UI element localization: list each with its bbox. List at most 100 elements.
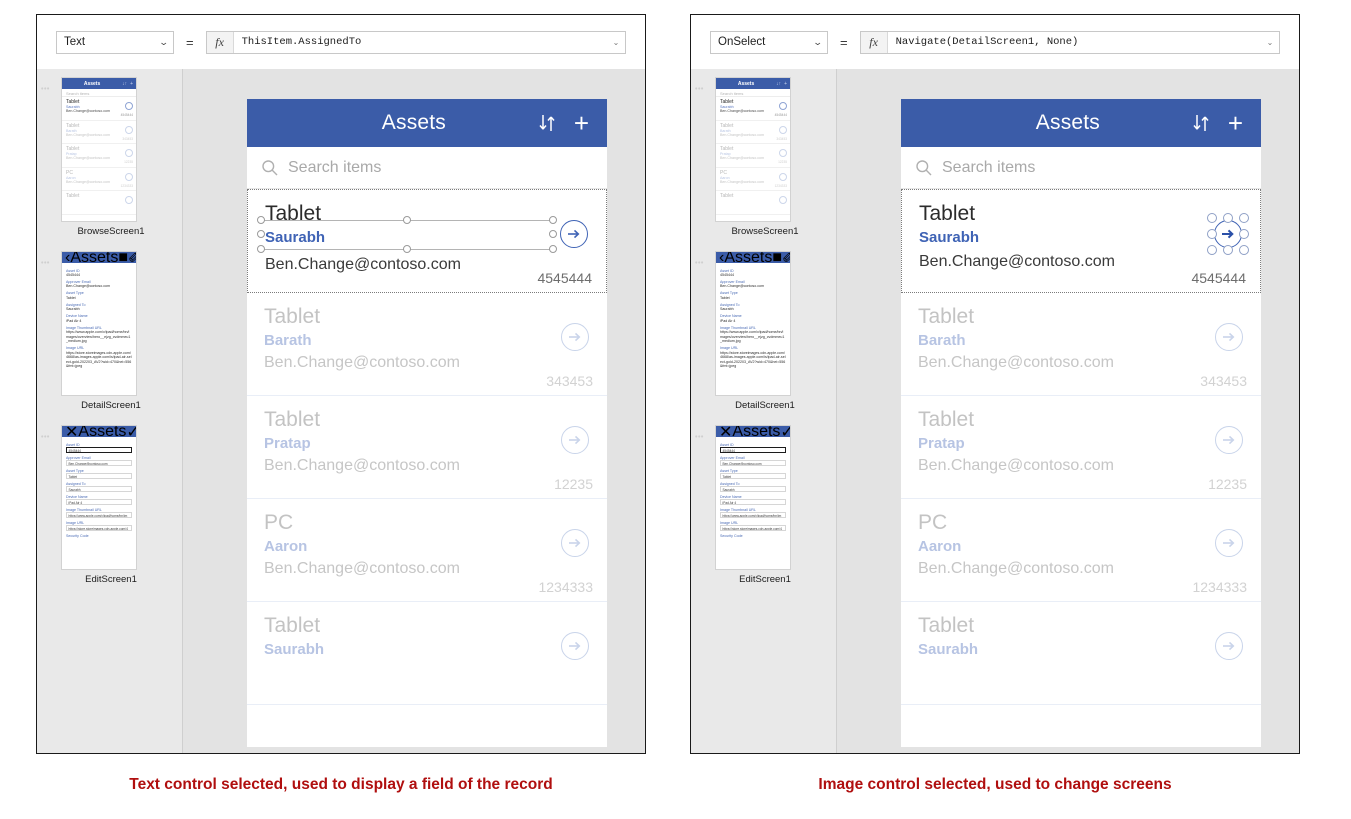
search-input[interactable]: Search items <box>942 159 1035 177</box>
mini-field-label: Asset ID <box>720 442 734 447</box>
screen-thumbnail-strip-left: ••• Assets ↓↑ + Search items Tablet Saur… <box>37 69 183 753</box>
gallery-row[interactable]: PC Aaron Ben.Change@contoso.com 1234333 <box>901 499 1261 602</box>
thumbnail-more-icon[interactable]: ••• <box>691 77 715 93</box>
property-select-right[interactable]: OnSelect ⌄ <box>710 30 828 54</box>
mini-field-label: Device Name <box>66 314 88 319</box>
search-bar[interactable]: Search items <box>247 147 607 189</box>
formula-expand-chevron-icon[interactable]: ⌄ <box>607 38 625 47</box>
mini-field-input[interactable]: Ben.Change@contoso.com <box>720 460 786 466</box>
mini-field-input[interactable]: Ben.Change@contoso.com <box>66 460 132 466</box>
mini-field-input[interactable]: Tablet <box>66 473 132 479</box>
add-icon[interactable]: + <box>565 110 593 136</box>
resize-handle-w[interactable] <box>257 229 265 238</box>
screen-thumbnail-detail[interactable]: ••• ‹ Assets ■ ✐ Asset ID 4545444 <box>37 251 182 411</box>
resize-handle-se[interactable] <box>1239 245 1249 255</box>
add-icon[interactable]: + <box>1219 110 1247 136</box>
formula-input-wrapper-right[interactable]: fx Navigate(DetailScreen1, None) ⌄ <box>859 30 1280 54</box>
mini-field-input[interactable]: https://store.storeimages.cdn-apple.com/… <box>66 525 132 531</box>
item-person: Aaron <box>918 537 962 555</box>
mini-sort-icon: ↓↑ <box>776 80 782 87</box>
gallery-row-selected[interactable]: Tablet Saurabh Ben.Change@contoso.com 45… <box>247 189 607 293</box>
gallery-row[interactable]: Tablet Saurabh <box>247 602 607 705</box>
formula-input-left[interactable]: ThisItem.AssignedTo <box>234 36 607 48</box>
thumbnail-more-icon[interactable]: ••• <box>691 251 715 267</box>
resize-handle-s[interactable] <box>1223 245 1233 255</box>
next-arrow-icon[interactable] <box>561 323 589 351</box>
item-title: Tablet <box>264 305 321 328</box>
item-person[interactable]: Saurabh <box>265 229 606 246</box>
next-arrow-icon[interactable] <box>1215 529 1243 557</box>
mini-field-label: Security Code <box>720 533 743 538</box>
thumbnail-more-icon[interactable]: ••• <box>691 425 715 441</box>
equals-sign: = <box>840 34 848 50</box>
mini-field-input[interactable]: 4545444 <box>720 447 786 453</box>
resize-handle-nw[interactable] <box>257 215 265 224</box>
gallery-row[interactable]: PC Aaron Ben.Change@contoso.com 1234333 <box>247 499 607 602</box>
mini-field-value: iPad Air 4 <box>720 318 736 323</box>
screen-thumbnail-edit[interactable]: ••• ✕ Assets ✓ Asset ID 4545444 Approver… <box>691 425 836 585</box>
item-number: 1234333 <box>538 579 593 595</box>
sort-icon[interactable] <box>529 113 565 133</box>
formula-expand-chevron-icon[interactable]: ⌄ <box>1261 38 1279 47</box>
resize-handle-s[interactable] <box>403 244 411 253</box>
gallery-row[interactable]: Tablet Barath Ben.Change@contoso.com 343… <box>901 293 1261 396</box>
mini-field-input[interactable]: https://www.apple.com/v/ipad/home/bn/im <box>66 512 132 518</box>
resize-handle-nw[interactable] <box>1207 213 1217 223</box>
mini-field-input[interactable]: Saurabh <box>720 486 786 492</box>
gallery-row[interactable]: Tablet Saurabh <box>901 602 1261 705</box>
resize-handle-sw[interactable] <box>257 244 265 253</box>
gallery-row[interactable]: Tablet Pratap Ben.Change@contoso.com 122… <box>901 396 1261 499</box>
mini-field-value: https://www.apple.com/v/ipad/home/bn/ima… <box>66 330 131 344</box>
mini-trash-icon: ■ <box>772 251 783 266</box>
screen-thumbnail-edit[interactable]: ••• ✕ Assets ✓ Asset ID 4545444 Approver… <box>37 425 182 585</box>
mini-field-input[interactable]: Saurabh <box>66 486 132 492</box>
item-email: Ben.Change@contoso.com <box>918 559 1114 577</box>
resize-handle-n[interactable] <box>1223 213 1233 223</box>
next-arrow-icon[interactable] <box>561 632 589 660</box>
resize-handle-e[interactable] <box>1239 229 1249 239</box>
resize-handle-w[interactable] <box>1207 229 1217 239</box>
mini-field-input[interactable]: https://store.storeimages.cdn-apple.com/… <box>720 525 786 531</box>
thumbnail-more-icon[interactable]: ••• <box>37 425 61 441</box>
screen-thumbnail-detail[interactable]: ••• ‹ Assets ■ ✐ Asset ID 4545444 <box>691 251 836 411</box>
mini-field-label: Image URL <box>66 520 85 525</box>
screen-thumbnail-browse[interactable]: ••• Assets ↓↑ + Search items Tablet Saur… <box>37 77 182 237</box>
resize-handle-se[interactable] <box>549 244 557 253</box>
resize-handle-ne[interactable] <box>1239 213 1249 223</box>
next-arrow-icon[interactable] <box>1215 426 1243 454</box>
mini-field-input[interactable]: https://www.apple.com/v/ipad/home/bn/im <box>720 512 786 518</box>
search-bar[interactable]: Search items <box>901 147 1261 189</box>
next-arrow-icon[interactable] <box>561 426 589 454</box>
item-title: PC <box>918 511 948 534</box>
mini-arrow-icon <box>125 172 133 181</box>
gallery-row[interactable]: Tablet Barath Ben.Change@contoso.com 343… <box>247 293 607 396</box>
item-title: Tablet <box>264 408 321 431</box>
item-title: Tablet <box>918 614 975 637</box>
sort-icon[interactable] <box>1183 113 1219 133</box>
mini-field-input[interactable]: Tablet <box>720 473 786 479</box>
mini-detail-form: Asset ID 4545444 Approver Email Ben.Chan… <box>62 263 136 372</box>
thumbnail-more-icon[interactable]: ••• <box>37 251 61 267</box>
gallery-row[interactable]: Tablet Pratap Ben.Change@contoso.com 122… <box>247 396 607 499</box>
formula-input-wrapper-left[interactable]: fx ThisItem.AssignedTo ⌄ <box>205 30 626 54</box>
thumbnail-more-icon[interactable]: ••• <box>37 77 61 93</box>
resize-handle-ne[interactable] <box>549 215 557 224</box>
formula-input-right[interactable]: Navigate(DetailScreen1, None) <box>888 36 1261 48</box>
screen-thumbnail-browse[interactable]: ••• Assets ↓↑ + Search items Tablet Saur… <box>691 77 836 237</box>
resize-handle-sw[interactable] <box>1207 245 1217 255</box>
thumbnail-preview-edit: ✕ Assets ✓ Asset ID 4545444 Approver Ema… <box>61 425 137 570</box>
mini-field-input[interactable]: iPad Air 4 <box>720 499 786 505</box>
mini-list-item: PC Aaron Ben.Change@contoso.com 1234333 <box>716 168 790 191</box>
mini-check-icon: ✓ <box>780 426 790 442</box>
gallery-row-selected[interactable]: Tablet Saurabh Ben.Change@contoso.com 45… <box>901 189 1261 293</box>
next-arrow-icon[interactable] <box>561 529 589 557</box>
next-arrow-icon[interactable] <box>1215 632 1243 660</box>
search-icon <box>915 159 933 177</box>
resize-handle-n[interactable] <box>403 215 411 224</box>
property-select-left[interactable]: Text ⌄ <box>56 30 174 54</box>
mini-field-input[interactable]: iPad Air 4 <box>66 499 132 505</box>
mini-field-input[interactable]: 4545444 <box>66 447 132 453</box>
mini-edit-form: Asset ID 4545444 Approver Email Ben.Chan… <box>62 437 136 541</box>
search-input[interactable]: Search items <box>288 159 381 177</box>
next-arrow-icon[interactable] <box>1215 323 1243 351</box>
